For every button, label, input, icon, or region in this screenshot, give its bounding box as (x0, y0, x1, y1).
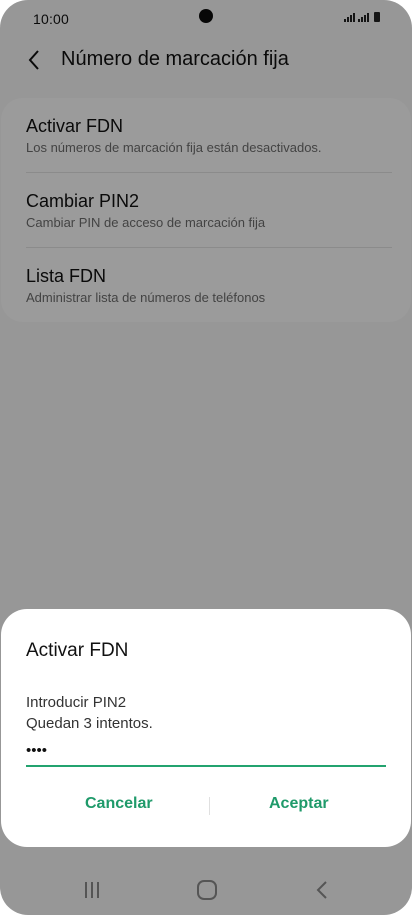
home-icon (197, 880, 217, 900)
pin-dialog: Activar FDN Introducir PIN2 Quedan 3 int… (1, 609, 411, 847)
dialog-prompt: Introducir PIN2 (26, 694, 127, 711)
dialog-title: Activar FDN (26, 640, 129, 661)
phone-screen: 10:00 Número de marcación fija Activar F… (0, 0, 412, 915)
recents-button[interactable] (72, 872, 112, 908)
pin2-input[interactable] (26, 735, 386, 767)
back-nav-button[interactable] (302, 872, 342, 908)
cancel-button[interactable]: Cancelar (85, 795, 153, 813)
home-button[interactable] (187, 872, 227, 908)
back-icon (316, 881, 327, 899)
button-separator (209, 797, 210, 815)
accept-button[interactable]: Aceptar (269, 795, 329, 813)
recents-icon (85, 882, 99, 898)
dialog-attempts: Quedan 3 intentos. (26, 715, 153, 732)
navigation-bar (0, 862, 412, 915)
